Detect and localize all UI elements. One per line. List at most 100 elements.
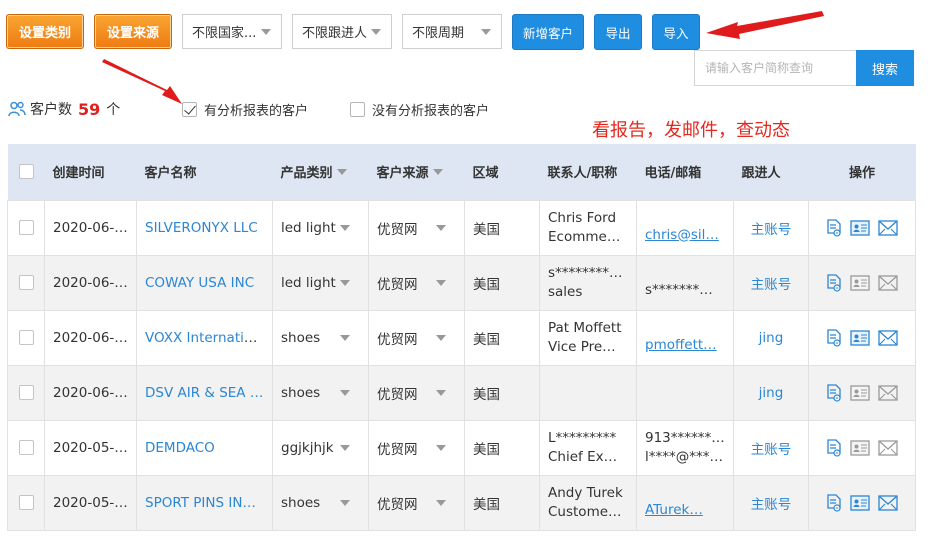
mail-icon[interactable] bbox=[878, 274, 898, 291]
cell-contact: Andy Turek Custome… bbox=[539, 474, 637, 531]
cell-source[interactable]: 优贸网 bbox=[368, 474, 465, 531]
mail-icon[interactable] bbox=[878, 219, 898, 236]
mail-icon[interactable] bbox=[878, 329, 898, 346]
header-source[interactable]: 客户来源 bbox=[368, 144, 465, 200]
email-link[interactable]: ATurek… bbox=[645, 502, 703, 518]
customer-name-link[interactable]: DEMDACO bbox=[145, 440, 215, 456]
cell-category[interactable]: led light bbox=[272, 254, 369, 311]
customer-table: 创建时间 客户名称 产品类别 客户来源 区域 联系人/职称 电话/邮箱 跟进人 … bbox=[7, 144, 916, 531]
profile-card-icon[interactable] bbox=[850, 384, 870, 401]
cell-source[interactable]: 优贸网 bbox=[368, 419, 465, 476]
mail-icon[interactable] bbox=[878, 384, 898, 401]
profile-card-icon[interactable] bbox=[850, 439, 870, 456]
follower-link[interactable]: 主账号 bbox=[751, 497, 792, 513]
report-icon[interactable] bbox=[826, 383, 842, 402]
chevron-down-icon bbox=[340, 444, 350, 451]
row-checkbox[interactable] bbox=[18, 275, 34, 290]
header-category[interactable]: 产品类别 bbox=[272, 144, 369, 200]
country-filter-value: 不限国家... bbox=[192, 26, 257, 41]
customer-name-link[interactable]: COWAY USA INC bbox=[145, 275, 254, 291]
report-icon[interactable] bbox=[826, 218, 842, 237]
follower-link[interactable]: jing bbox=[759, 385, 784, 401]
customer-name-link[interactable]: DSV AIR & SEA … bbox=[145, 385, 263, 401]
import-button[interactable]: 导入 bbox=[652, 14, 700, 50]
report-icon[interactable] bbox=[826, 438, 842, 457]
cell-select bbox=[7, 309, 45, 366]
chevron-down-icon bbox=[340, 279, 350, 286]
cell-phone-email: pmoffett… bbox=[636, 309, 734, 366]
cell-follower[interactable]: 主账号 bbox=[733, 419, 809, 476]
customer-name-link[interactable]: SPORT PINS IN… bbox=[145, 495, 256, 511]
cell-contact: Pat Moffett Vice Pre… bbox=[539, 309, 637, 366]
report-icon[interactable] bbox=[826, 493, 842, 512]
cell-source[interactable]: 优贸网 bbox=[368, 309, 465, 366]
report-icon[interactable] bbox=[826, 273, 842, 292]
follower-link[interactable]: jing bbox=[759, 330, 784, 346]
cell-source[interactable]: 优贸网 bbox=[368, 364, 465, 421]
cell-category[interactable]: led light bbox=[272, 199, 369, 256]
customer-name-link[interactable]: SILVERONYX LLC bbox=[145, 220, 258, 236]
profile-card-icon[interactable] bbox=[850, 494, 870, 511]
mail-icon[interactable] bbox=[878, 494, 898, 511]
country-filter-select[interactable]: 不限国家... bbox=[182, 14, 282, 49]
profile-card-icon[interactable] bbox=[850, 219, 870, 236]
cell-actions bbox=[808, 254, 916, 311]
cell-name[interactable]: VOXX Internatio… bbox=[136, 309, 273, 366]
cell-category[interactable]: shoes bbox=[272, 309, 369, 366]
row-checkbox[interactable] bbox=[18, 495, 34, 510]
cell-follower[interactable]: 主账号 bbox=[733, 254, 809, 311]
has-report-checkbox[interactable] bbox=[182, 101, 197, 117]
cell-category[interactable]: shoes bbox=[272, 364, 369, 421]
report-icon[interactable] bbox=[826, 328, 842, 347]
select-all-checkbox[interactable] bbox=[18, 164, 34, 180]
cell-name[interactable]: DEMDACO bbox=[136, 419, 273, 476]
mail-icon[interactable] bbox=[878, 439, 898, 456]
customer-name-link[interactable]: VOXX Internatio… bbox=[145, 330, 266, 346]
cell-source[interactable]: 优贸网 bbox=[368, 199, 465, 256]
follower-link[interactable]: 主账号 bbox=[751, 222, 792, 238]
profile-card-icon[interactable] bbox=[850, 274, 870, 291]
row-checkbox[interactable] bbox=[18, 220, 34, 235]
email-link[interactable]: pmoffett… bbox=[645, 337, 717, 353]
row-checkbox[interactable] bbox=[18, 385, 34, 400]
cell-follower[interactable]: jing bbox=[733, 309, 809, 366]
search-input[interactable] bbox=[694, 50, 856, 86]
add-customer-button[interactable]: 新增客户 bbox=[512, 14, 584, 50]
cycle-filter-select[interactable]: 不限周期 bbox=[402, 14, 502, 49]
cell-source[interactable]: 优贸网 bbox=[368, 254, 465, 311]
row-checkbox[interactable] bbox=[18, 330, 34, 345]
cell-follower[interactable]: 主账号 bbox=[733, 199, 809, 256]
cell-name[interactable]: SPORT PINS IN… bbox=[136, 474, 273, 531]
cell-name[interactable]: COWAY USA INC bbox=[136, 254, 273, 311]
table-row: 2020-05-28 DEMDACO ggjkjhjk 优贸网 美国 L*********… bbox=[7, 419, 916, 476]
follower-link[interactable]: 主账号 bbox=[751, 442, 792, 458]
cell-category[interactable]: shoes bbox=[272, 474, 369, 531]
email-link[interactable]: chris@sil… bbox=[645, 227, 719, 243]
has-report-filter[interactable]: 有分析报表的客户 bbox=[182, 100, 308, 119]
follower-filter-select[interactable]: 不限跟进人 bbox=[292, 14, 392, 49]
search-button[interactable]: 搜索 bbox=[856, 50, 914, 86]
customer-count-value: 59 bbox=[78, 99, 101, 119]
cell-contact: Chris Ford Ecomme… bbox=[539, 199, 637, 256]
cell-name[interactable]: DSV AIR & SEA … bbox=[136, 364, 273, 421]
cell-follower[interactable]: jing bbox=[733, 364, 809, 421]
table-row: 2020-06-02 VOXX Internatio… shoes 优贸网 美国 Pat … bbox=[7, 309, 916, 366]
follower-link[interactable]: 主账号 bbox=[751, 277, 792, 293]
cell-phone-email: 913******… l****@***… bbox=[636, 419, 734, 476]
contact-title: Vice Pre… bbox=[548, 338, 616, 355]
set-source-button[interactable]: 设置来源 bbox=[94, 14, 172, 49]
source-value: 优贸网 bbox=[377, 221, 418, 238]
cell-name[interactable]: SILVERONYX LLC bbox=[136, 199, 273, 256]
export-button[interactable]: 导出 bbox=[594, 14, 642, 50]
cell-actions bbox=[808, 364, 916, 421]
row-checkbox[interactable] bbox=[18, 440, 34, 455]
no-report-checkbox[interactable] bbox=[350, 101, 365, 117]
cell-select bbox=[7, 419, 45, 476]
no-report-filter[interactable]: 没有分析报表的客户 bbox=[350, 100, 489, 119]
profile-card-icon[interactable] bbox=[850, 329, 870, 346]
set-category-button[interactable]: 设置类别 bbox=[6, 14, 84, 49]
cell-category[interactable]: ggjkjhjk bbox=[272, 419, 369, 476]
cell-created: 2020-05-28 bbox=[44, 419, 137, 476]
contact-name: Andy Turek bbox=[548, 484, 623, 501]
cell-follower[interactable]: 主账号 bbox=[733, 474, 809, 531]
